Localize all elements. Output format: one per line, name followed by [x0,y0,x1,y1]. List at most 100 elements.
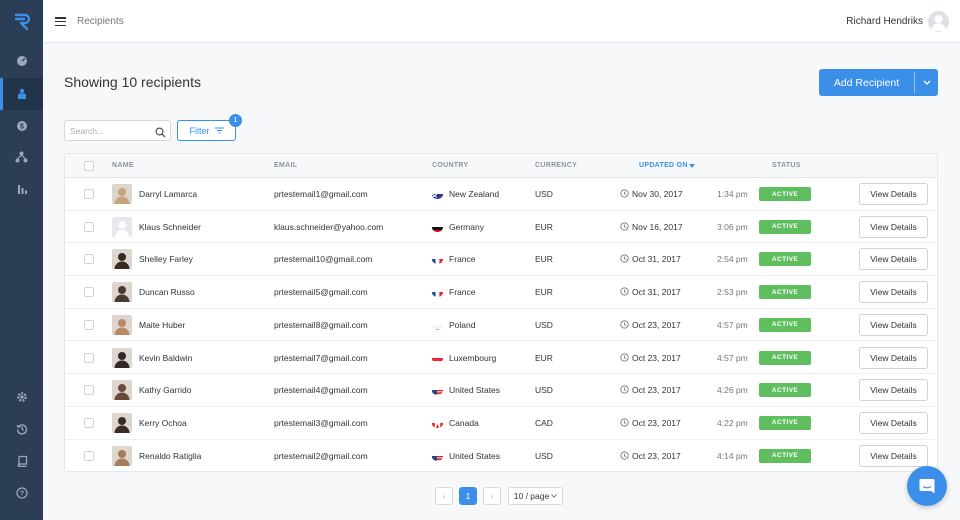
clock-icon [620,222,629,231]
dashboard-icon[interactable] [0,45,43,77]
updated-date: Oct 23, 2017 [632,319,681,330]
column-updated-on[interactable]: UPDATED ON [639,162,688,169]
recipient-avatar [112,412,132,433]
updated-time: 2:54 pm [717,254,748,265]
recipient-avatar [112,347,132,368]
recipient-currency: USD [535,450,553,461]
view-details-button[interactable]: View Details [859,215,928,238]
history-icon[interactable] [0,413,43,445]
search-input[interactable] [65,121,151,141]
reports-icon[interactable] [0,173,43,205]
updated-time: 3:06 pm [717,221,748,232]
updated-time: 4:14 pm [717,450,748,461]
row-checkbox[interactable] [84,189,94,199]
updated-date: Oct 23, 2017 [632,385,681,396]
recipient-name[interactable]: Renaldo Ratiglia [139,451,201,461]
recipient-name[interactable]: Klaus Schneider [139,222,201,232]
menu-icon[interactable] [55,17,66,27]
clock-icon [620,450,629,460]
sort-desc-icon[interactable] [689,164,695,168]
recipient-currency: USD [535,385,553,396]
help-icon[interactable]: ? [0,477,43,509]
flag-icon [432,190,443,199]
recipient-name[interactable]: Shelley Farley [139,254,193,264]
column-currency[interactable]: CURRENCY [535,162,577,169]
select-all-checkbox[interactable] [84,161,94,171]
recipient-name[interactable]: Duncan Russo [139,287,195,297]
recipient-country: United States [449,450,501,461]
page-size-select[interactable]: 10 / page [508,487,563,505]
row-checkbox[interactable] [84,319,94,330]
updated-time: 4:57 pm [717,319,748,330]
breadcrumb[interactable]: Recipients [77,16,124,27]
recipient-name[interactable]: Kevin Baldwin [139,353,192,363]
add-recipient-label[interactable]: Add Recipient [819,69,914,96]
chevron-down-icon [551,494,558,498]
table-row[interactable]: Klaus Schneider klaus.schneider@yahoo.com… [65,211,937,244]
add-recipient-button[interactable]: Add Recipient [819,69,938,96]
view-details-button[interactable]: View Details [859,411,928,434]
recipient-email: prtestemail7@gmail.com [274,352,368,363]
recipient-email: prtestemail5@gmail.com [274,287,368,298]
table-row[interactable]: Kathy Garrido prtestemail4@gmail.com Unite… [65,374,937,407]
column-country[interactable]: COUNTRY [432,162,468,169]
row-checkbox[interactable] [84,221,94,232]
recipient-name[interactable]: Maite Huber [139,320,185,330]
view-details-button[interactable]: View Details [859,346,928,369]
row-checkbox[interactable] [84,417,94,428]
row-checkbox[interactable] [84,352,94,363]
search-icon[interactable] [155,125,166,143]
recipient-name[interactable]: Kathy Garrido [139,385,191,395]
user-avatar[interactable] [928,11,949,32]
user-name[interactable]: Richard Hendriks [846,16,923,27]
sidebar: $ ? [0,0,43,520]
updated-date: Oct 23, 2017 [632,417,681,428]
recipient-name[interactable]: Kerry Ochoa [139,418,187,428]
row-checkbox[interactable] [84,450,94,461]
row-checkbox[interactable] [84,287,94,298]
table-row[interactable]: Maite Huber prtestemail8@gmail.com Poland U… [65,309,937,342]
table-row[interactable]: Darryl Lamarca prtestemail1@gmail.com New … [65,178,937,211]
status-badge: ACTIVE [759,448,811,463]
recipients-icon[interactable] [0,78,43,110]
chat-launcher-button[interactable] [907,466,947,506]
table-row[interactable]: Kerry Ochoa prtestemail3@gmail.com Canada C… [65,407,937,440]
chevron-down-icon[interactable] [915,69,938,96]
filter-button[interactable]: Filter [177,120,236,141]
view-details-button[interactable]: View Details [859,444,928,467]
flag-icon [432,321,443,330]
recipient-country: Poland [449,319,476,330]
table-row[interactable]: Kevin Baldwin prtestemail7@gmail.com Luxem… [65,342,937,375]
view-details-button[interactable]: View Details [859,379,928,402]
recipient-name[interactable]: Darryl Lamarca [139,189,197,199]
book-icon[interactable] [0,445,43,477]
recipient-country: New Zealand [449,189,500,199]
view-details-button[interactable]: View Details [859,183,928,205]
settings-icon[interactable] [0,381,43,413]
flag-icon [432,419,443,428]
table-row[interactable]: Shelley Farley prtestemail10@gmail.com Fra… [65,243,937,277]
table-row[interactable]: Renaldo Ratiglia prtestemail2@gmail.com Un… [65,440,937,471]
view-details-button[interactable]: View Details [859,313,928,336]
table-row[interactable]: Duncan Russo prtestemail5@gmail.com France… [65,276,937,309]
column-email[interactable]: EMAIL [274,162,297,169]
column-status[interactable]: STATUS [772,162,801,169]
clock-icon [620,385,629,394]
view-details-button[interactable]: View Details [859,248,928,271]
network-icon[interactable] [0,141,43,173]
page-1-button[interactable]: 1 [459,487,477,505]
recipient-avatar [112,282,132,303]
clock-icon [620,189,629,198]
page-title: Showing 10 recipients [64,74,201,90]
column-name[interactable]: NAME [112,162,134,169]
next-page-button[interactable]: › [483,487,501,505]
row-checkbox[interactable] [84,385,94,396]
updated-time: 4:26 pm [717,385,748,396]
clock-icon [620,287,629,296]
recipient-avatar [112,380,132,401]
app-logo[interactable] [0,0,43,43]
currency-icon[interactable]: $ [0,110,43,142]
view-details-button[interactable]: View Details [859,281,928,304]
row-checkbox[interactable] [84,254,94,265]
prev-page-button[interactable]: ‹ [435,487,453,505]
